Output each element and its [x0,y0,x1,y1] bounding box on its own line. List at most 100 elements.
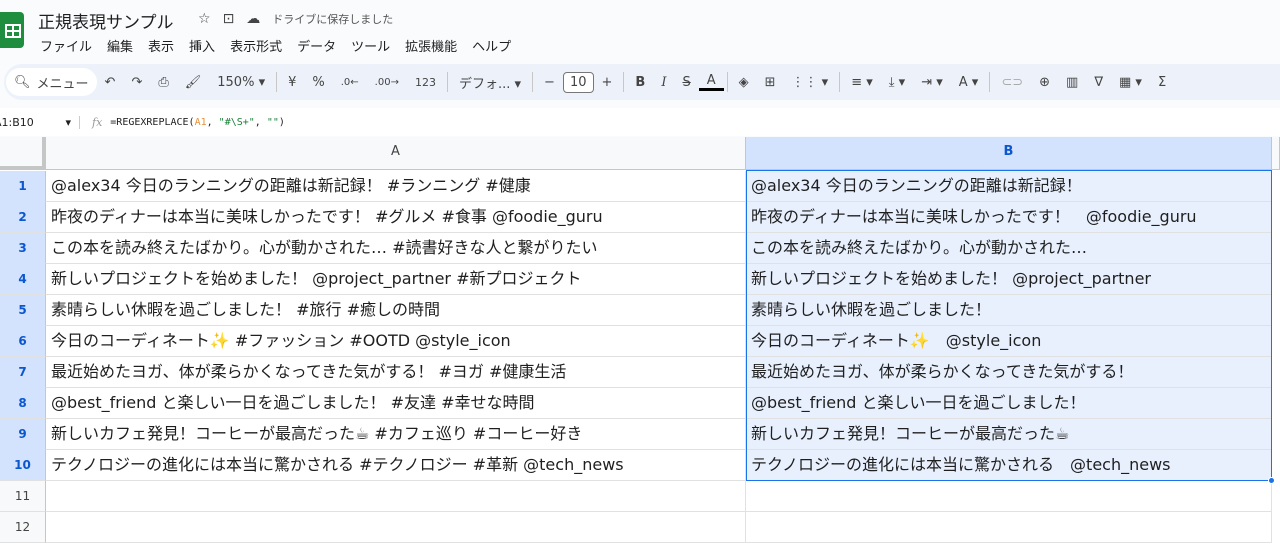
fill-color-icon[interactable]: ◈ [731,75,757,90]
table-row: 5 素晴らしい休暇を過ごしました！ #旅行 #癒しの時間 素晴らしい休暇を過ごし… [0,295,1280,326]
menu-item[interactable]: 編集 [107,36,133,55]
vertical-align-icon[interactable]: ⤓ ▾ [881,75,913,90]
paint-format-icon[interactable]: 🖌︎ [177,75,210,90]
table-row: 10 テクノロジーの進化には本当に驚かされる #テクノロジー #革新 @tech… [0,450,1280,481]
zoom-select[interactable]: 150% ▾ [209,75,273,90]
row-header[interactable]: 12 [0,512,46,543]
font-size-decrease[interactable]: − [536,75,563,90]
select-all-corner[interactable] [0,137,46,170]
row-header[interactable]: 9 [0,419,46,450]
text-wrap-icon[interactable]: ⇥ ▾ [913,75,951,90]
cell-a[interactable]: @alex34 今日のランニングの距離は新記録！ #ランニング #健康 [46,171,746,202]
cell-b[interactable]: 最近始めたヨガ、体が柔らかくなってきた気がする！ [746,357,1272,388]
comment-icon[interactable]: ⊕ [1031,75,1058,90]
row-header[interactable]: 2 [0,202,46,233]
column-header-a[interactable]: A [46,137,746,170]
cell-a[interactable]: 今日のコーディネート✨ #ファッション #OOTD @style_icon [46,326,746,357]
cell-b[interactable]: この本を読み終えたばかり。心が動かされた… [746,233,1272,264]
percent-button[interactable]: % [304,75,332,90]
cell-a[interactable]: この本を読み終えたばかり。心が動かされた… #読書好きな人と繋がりたい [46,233,746,264]
increase-decimal-button[interactable]: .00→ [367,77,407,88]
row-header[interactable]: 4 [0,264,46,295]
functions-button[interactable]: Σ [1150,75,1174,90]
cell-a[interactable]: 昨夜のディナーは本当に美味しかったです！ #グルメ #食事 @foodie_gu… [46,202,746,233]
toolbar: 🔍︎ メニュー ↶ ↷ ⎙ 🖌︎ 150% ▾ ¥ % .0← .00→ 123 … [4,64,1280,100]
cell-b[interactable] [746,481,1272,512]
cell-a[interactable] [46,512,746,543]
table-row: 8 @best_friend と楽しい一日を過ごしました！ #友達 #幸せな時間… [0,388,1280,419]
formula-input[interactable]: =REGEXREPLACE(A1, "#\S+", "") [110,117,285,128]
menu-item[interactable]: 表示形式 [230,36,282,55]
horizontal-align-icon[interactable]: ≡ ▾ [843,75,881,90]
cell-a[interactable]: 素晴らしい休暇を過ごしました！ #旅行 #癒しの時間 [46,295,746,326]
menu-item[interactable]: ヘルプ [472,36,511,55]
cell-a[interactable]: テクノロジーの進化には本当に驚かされる #テクノロジー #革新 @tech_ne… [46,450,746,481]
link-icon[interactable]: ⊂⊃ [993,75,1031,90]
cell-b[interactable]: @alex34 今日のランニングの距離は新記録！ [746,171,1272,202]
cell-b[interactable]: @best_friend と楽しい一日を過ごしました！ [746,388,1272,419]
row-header[interactable]: 5 [0,295,46,326]
table-row: 7 最近始めたヨガ、体が柔らかくなってきた気がする！ #ヨガ #健康生活 最近始… [0,357,1280,388]
font-size-increase[interactable]: + [594,75,621,90]
menu-search[interactable]: 🔍︎ メニュー [6,68,97,96]
cell-a[interactable]: 新しいカフェ発見！コーヒーが最高だった☕ #カフェ巡り #コーヒー好き [46,419,746,450]
cloud-saved-icon[interactable]: ☁ [246,11,260,27]
cell-b[interactable]: 新しいプロジェクトを始めました！ @project_partner [746,264,1272,295]
cell-b[interactable] [746,512,1272,543]
redo-icon[interactable]: ↷ [123,75,150,90]
decrease-decimal-button[interactable]: .0← [333,77,367,88]
document-title[interactable]: 正規表現サンプル [38,8,174,33]
row-header[interactable]: 11 [0,481,46,512]
currency-button[interactable]: ¥ [280,75,304,90]
text-color-button[interactable]: A [698,73,724,91]
row-header[interactable]: 7 [0,357,46,388]
table-row: 11 [0,481,1280,512]
cell-b[interactable]: 新しいカフェ発見！コーヒーが最高だった☕ [746,419,1272,450]
menu-item[interactable]: 表示 [148,36,174,55]
table-row: 4 新しいプロジェクトを始めました！ @project_partner #新プロ… [0,264,1280,295]
print-icon[interactable]: ⎙ [150,75,176,90]
chart-icon[interactable]: ▥ [1058,75,1086,90]
text-rotate-icon[interactable]: A ▾ [951,75,987,90]
folder-move-icon[interactable]: ⊡ [223,11,235,27]
fx-icon: fx [92,115,103,129]
cell-b[interactable]: テクノロジーの進化には本当に驚かされる @tech_news [746,450,1272,481]
row-header[interactable]: 3 [0,233,46,264]
row-header[interactable]: 1 [0,171,46,202]
row-header[interactable]: 10 [0,450,46,481]
menu-item[interactable]: 拡張機能 [405,36,457,55]
menu-item[interactable]: ファイル [40,36,92,55]
cell-a[interactable]: 最近始めたヨガ、体が柔らかくなってきた気がする！ #ヨガ #健康生活 [46,357,746,388]
cell-b[interactable]: 素晴らしい休暇を過ごしました！ [746,295,1272,326]
cell-b[interactable]: 昨夜のディナーは本当に美味しかったです！ @foodie_guru [746,202,1272,233]
row-header[interactable]: 6 [0,326,46,357]
cell-a[interactable]: 新しいプロジェクトを始めました！ @project_partner #新プロジェ… [46,264,746,295]
cell-a[interactable] [46,481,746,512]
sheets-logo[interactable] [0,12,24,48]
menu-item[interactable]: 挿入 [189,36,215,55]
table-row: 1 @alex34 今日のランニングの距離は新記録！ #ランニング #健康 @a… [0,171,1280,202]
cell-a[interactable]: @best_friend と楽しい一日を過ごしました！ #友達 #幸せな時間 [46,388,746,419]
name-box[interactable]: A1:B10▾ [0,115,80,129]
font-size-input[interactable]: 10 [562,71,594,93]
spreadsheet-grid: A B 1 @alex34 今日のランニングの距離は新記録！ #ランニング #健… [0,137,1280,550]
menu-item[interactable]: データ [297,36,336,55]
star-icon[interactable]: ☆ [198,11,211,27]
column-header-b[interactable]: B [746,137,1272,170]
filter-views-icon[interactable]: ▦ ▾ [1111,75,1150,90]
borders-icon[interactable]: ⊞ [757,75,784,90]
row-header[interactable]: 8 [0,388,46,419]
font-select[interactable]: デフォ... ▾ [451,73,529,92]
strikethrough-button[interactable]: S [674,75,698,90]
fill-handle[interactable] [1268,477,1275,484]
number-format-button[interactable]: 123 [407,76,444,89]
menu-item[interactable]: ツール [351,36,390,55]
filter-icon[interactable]: ∇ [1086,75,1111,90]
table-row: 9 新しいカフェ発見！コーヒーが最高だった☕ #カフェ巡り #コーヒー好き 新し… [0,419,1280,450]
formula-bar: A1:B10▾ fx =REGEXREPLACE(A1, "#\S+", "") [0,108,1280,136]
bold-button[interactable]: B [627,75,653,90]
italic-button[interactable]: I [653,75,674,90]
cell-b[interactable]: 今日のコーディネート✨ @style_icon [746,326,1272,357]
undo-icon[interactable]: ↶ [97,75,124,90]
merge-cells-icon[interactable]: ⋮⋮ ▾ [784,75,837,90]
